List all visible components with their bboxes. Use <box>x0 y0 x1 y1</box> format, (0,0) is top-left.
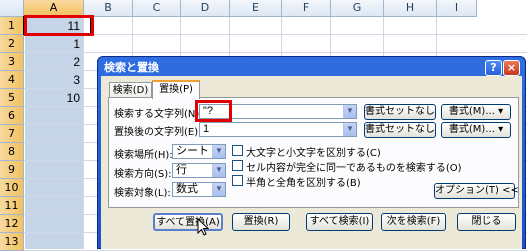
direction-label: 検索方向(S): <box>114 169 172 180</box>
whole-cell-label: セル内容が完全に同一であるものを検索する(O) <box>246 163 462 174</box>
row-header-12[interactable]: 12 <box>0 215 24 233</box>
row-header-3[interactable]: 3 <box>0 53 24 71</box>
replace-label: 置換後の文字列(E): <box>114 127 202 138</box>
dialog-title: 検索と置換 <box>104 61 159 74</box>
help-icon[interactable]: ? <box>485 60 502 76</box>
width-label: 半角と全角を区別する(B) <box>246 178 361 189</box>
find-all-button[interactable]: すべて検索(I) <box>306 213 373 231</box>
find-label: 検索する文字列(N): <box>114 109 203 120</box>
row-header-13[interactable]: 13 <box>0 233 24 251</box>
cell-a4[interactable]: 3 <box>25 71 83 89</box>
column-header-d[interactable]: D <box>181 0 230 17</box>
scope-dropdown-icon[interactable]: ▼ <box>212 145 225 158</box>
close-icon[interactable]: × <box>503 60 520 76</box>
replace-input[interactable]: 1 ▼ <box>199 122 357 137</box>
scope-label: 検索場所(H): <box>114 150 173 161</box>
row-header-2[interactable]: 2 <box>0 35 24 53</box>
target-select[interactable]: 数式 ▼ <box>172 182 226 197</box>
replace-all-button[interactable]: すべて置換(A) <box>153 213 223 231</box>
mouse-pointer-icon <box>197 218 210 236</box>
column-header-g[interactable]: G <box>331 0 384 17</box>
column-header-f[interactable]: F <box>282 0 331 17</box>
format-find-label: 書式(M)... <box>448 106 495 117</box>
target-value: 数式 <box>176 183 198 195</box>
tab-replace[interactable]: 置換(P) <box>152 80 200 99</box>
whole-cell-checkbox[interactable] <box>232 160 243 171</box>
chevron-down-icon: ▾ <box>498 124 504 135</box>
column-header-e[interactable]: E <box>230 0 282 17</box>
replace-dropdown-icon[interactable]: ▼ <box>343 123 356 136</box>
scope-value: シート <box>176 145 209 157</box>
column-header-h[interactable]: H <box>384 0 437 17</box>
case-checkbox[interactable] <box>232 145 243 156</box>
direction-value: 行 <box>176 164 187 176</box>
row-header-9[interactable]: 9 <box>0 161 24 179</box>
width-checkbox[interactable] <box>232 175 243 186</box>
replace-value: 1 <box>203 123 210 135</box>
highlight-box-find-value <box>195 100 232 122</box>
column-header-i[interactable]: I <box>437 0 477 17</box>
no-format-replace: 書式セットなし <box>364 122 436 138</box>
row-header-8[interactable]: 8 <box>0 143 24 161</box>
highlight-box-cell-a1 <box>24 15 94 36</box>
row-header-10[interactable]: 10 <box>0 179 24 197</box>
select-all-corner[interactable] <box>0 0 24 17</box>
no-format-find: 書式セットなし <box>364 104 436 120</box>
scope-select[interactable]: シート ▼ <box>172 144 226 159</box>
find-dropdown-icon[interactable]: ▼ <box>343 105 356 118</box>
row-header-1[interactable]: 1 <box>0 17 24 35</box>
format-replace-button[interactable]: 書式(M)... ▾ <box>441 122 511 138</box>
row-header-6[interactable]: 6 <box>0 107 24 125</box>
column-header-c[interactable]: C <box>133 0 181 17</box>
format-find-button[interactable]: 書式(M)... ▾ <box>441 104 511 120</box>
replace-button[interactable]: 置換(R) <box>232 213 290 231</box>
row-header-5[interactable]: 5 <box>0 89 24 107</box>
row-gridline <box>24 52 527 53</box>
direction-select[interactable]: 行 ▼ <box>172 163 226 178</box>
row-gridline <box>24 34 527 35</box>
options-toggle-button[interactable]: オプション(T) << <box>434 183 519 199</box>
case-label: 大文字と小文字を区別する(C) <box>246 148 381 159</box>
chevron-down-icon: ▾ <box>498 106 504 117</box>
row-header-11[interactable]: 11 <box>0 197 24 215</box>
column-gridline <box>83 17 84 249</box>
direction-dropdown-icon[interactable]: ▼ <box>212 164 225 177</box>
target-dropdown-icon[interactable]: ▼ <box>212 183 225 196</box>
cell-a5[interactable]: 10 <box>25 89 83 107</box>
target-label: 検索対象(L): <box>114 188 171 199</box>
cell-a2[interactable]: 1 <box>25 35 83 53</box>
cell-a3[interactable]: 2 <box>25 53 83 71</box>
row-header-7[interactable]: 7 <box>0 125 24 143</box>
format-replace-label: 書式(M)... <box>448 124 495 135</box>
row-header-4[interactable]: 4 <box>0 71 24 89</box>
close-button[interactable]: 閉じる <box>457 213 516 231</box>
find-next-button[interactable]: 次を検索(F) <box>381 213 446 231</box>
